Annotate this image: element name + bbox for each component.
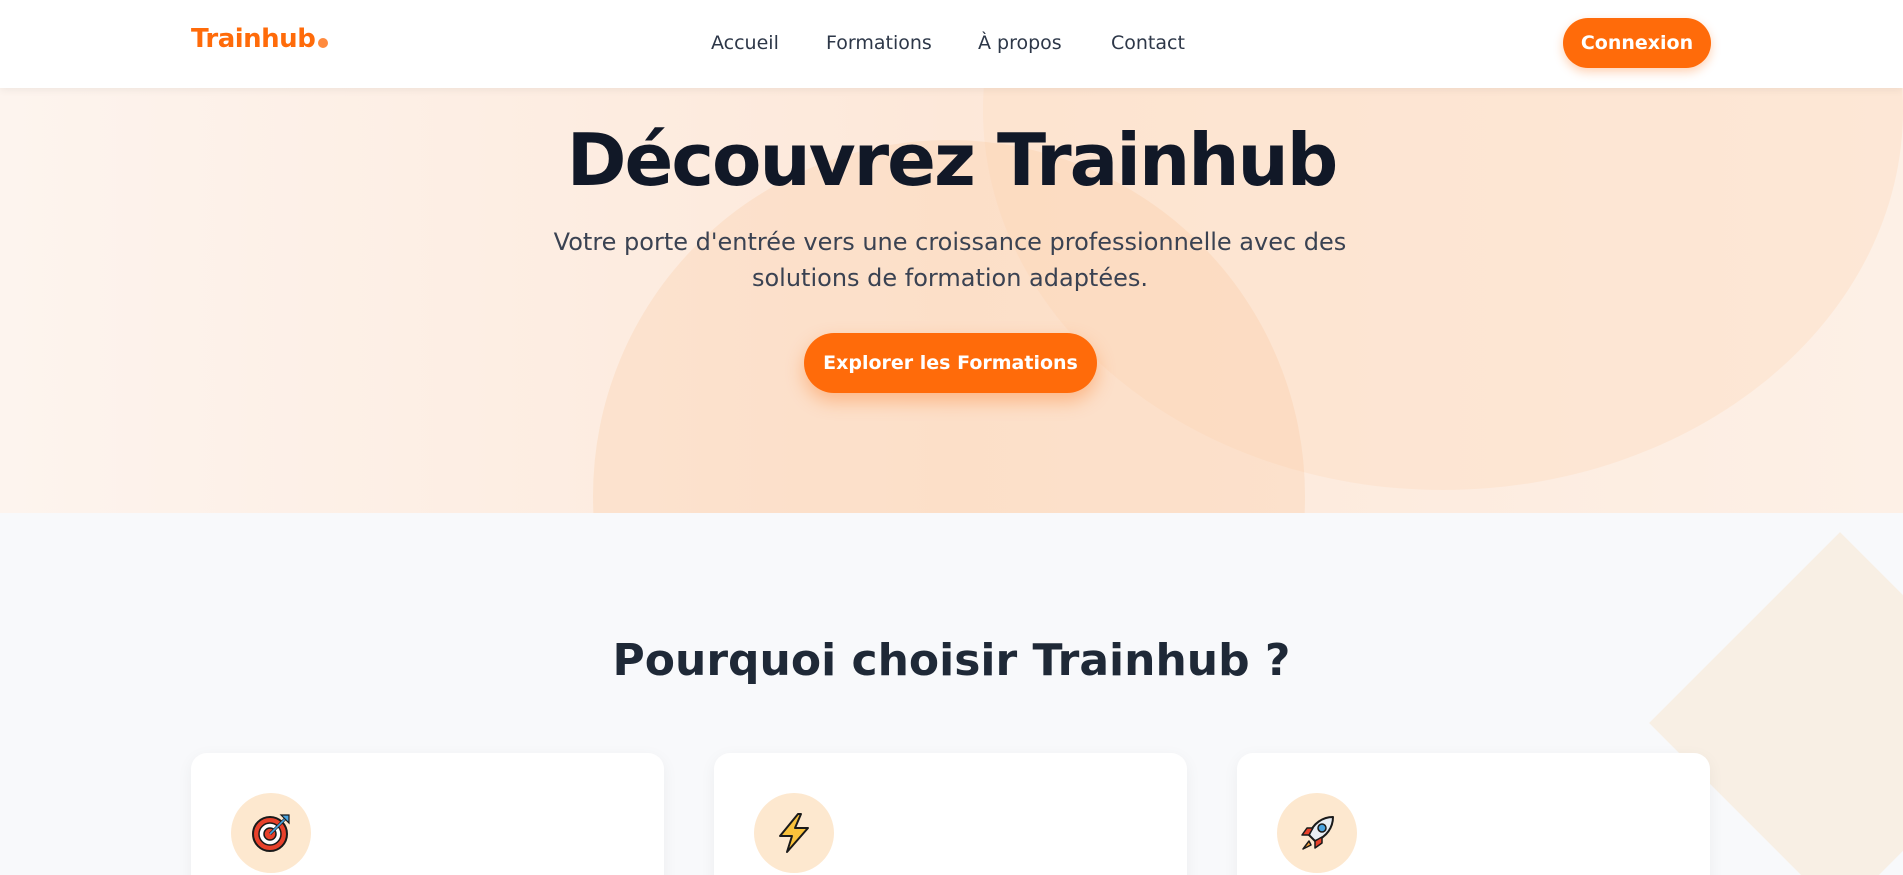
- lightning-icon: [754, 793, 834, 873]
- explore-formations-button[interactable]: Explorer les Formations: [804, 333, 1097, 393]
- features-title: Pourquoi choisir Trainhub ?: [612, 635, 1291, 686]
- target-icon: [231, 793, 311, 873]
- page: Découvrez Trainhub Votre porte d'entrée …: [0, 0, 1903, 875]
- hero-title: Découvrez Trainhub: [566, 118, 1339, 202]
- nav-link-formations[interactable]: Formations: [826, 32, 932, 54]
- nav-link-accueil[interactable]: Accueil: [711, 32, 779, 54]
- hero-subtitle: Votre porte d'entrée vers une croissance…: [553, 228, 1347, 292]
- feature-card: [714, 753, 1187, 875]
- nav-link-contact[interactable]: Contact: [1111, 32, 1185, 54]
- rocket-icon: [1277, 793, 1357, 873]
- login-button[interactable]: Connexion: [1563, 18, 1711, 68]
- feature-card: [1237, 753, 1710, 875]
- features-section: Pourquoi choisir Trainhub ?: [0, 513, 1903, 875]
- feature-card: [191, 753, 664, 875]
- site-header: Trainhub Accueil Formations À propos Con…: [0, 0, 1903, 88]
- nav-link-a-propos[interactable]: À propos: [978, 32, 1062, 54]
